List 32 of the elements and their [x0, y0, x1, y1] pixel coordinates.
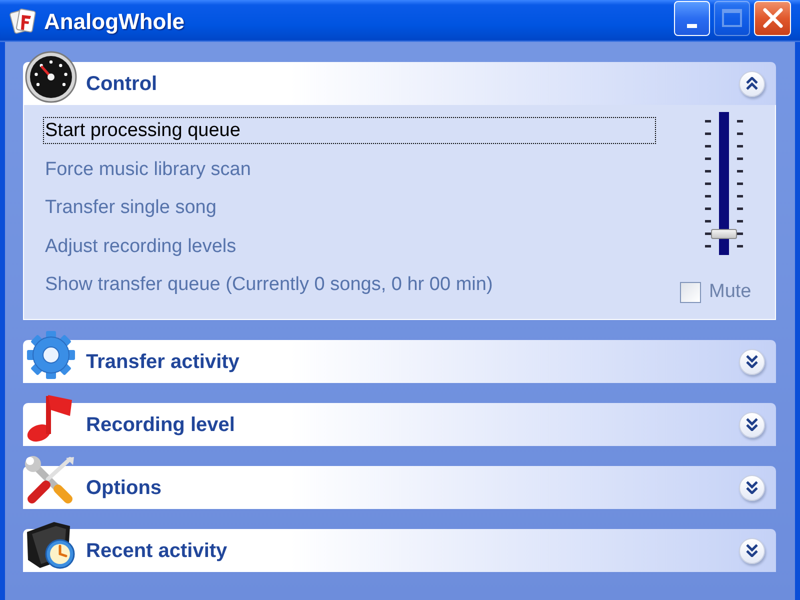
gauge-icon	[24, 51, 78, 103]
expand-button[interactable]	[739, 538, 765, 564]
collapse-button[interactable]	[739, 70, 765, 96]
double-chevron-down-icon	[746, 544, 758, 557]
minimize-button[interactable]	[674, 0, 710, 36]
expand-button[interactable]	[739, 348, 765, 374]
task-link[interactable]: Show transfer queue (Currently 0 songs, 0 hr 00 min)	[43, 271, 656, 298]
double-chevron-up-icon	[746, 77, 758, 90]
maximize-icon	[722, 9, 742, 27]
panel-title: Transfer activity	[86, 350, 240, 374]
panel-title: Control	[86, 72, 158, 96]
cards-icon	[8, 6, 38, 36]
close-icon	[762, 8, 782, 28]
task-link[interactable]: Transfer single song	[43, 194, 656, 221]
gear-icon	[24, 329, 78, 381]
panel-title: Recent activity	[86, 538, 228, 564]
mute-label: Mute	[709, 280, 752, 304]
panel-title: Recording level	[86, 412, 235, 438]
mute-checkbox[interactable]	[680, 282, 701, 303]
expand-button[interactable]	[739, 474, 765, 500]
double-chevron-down-icon	[746, 418, 758, 431]
window-title: AnalogWhole	[44, 8, 185, 36]
task-link[interactable]: Adjust recording levels	[43, 232, 656, 260]
double-chevron-down-icon	[746, 481, 758, 494]
task-link[interactable]: Start processing queue	[43, 117, 656, 144]
double-chevron-down-icon	[746, 355, 758, 368]
expand-button[interactable]	[739, 412, 765, 438]
panel-title: Options	[86, 476, 162, 500]
close-button[interactable]	[754, 0, 791, 36]
slider-thumb[interactable]	[711, 228, 737, 238]
task-link[interactable]: Force music library scan	[43, 156, 656, 182]
minimize-icon	[687, 24, 697, 28]
